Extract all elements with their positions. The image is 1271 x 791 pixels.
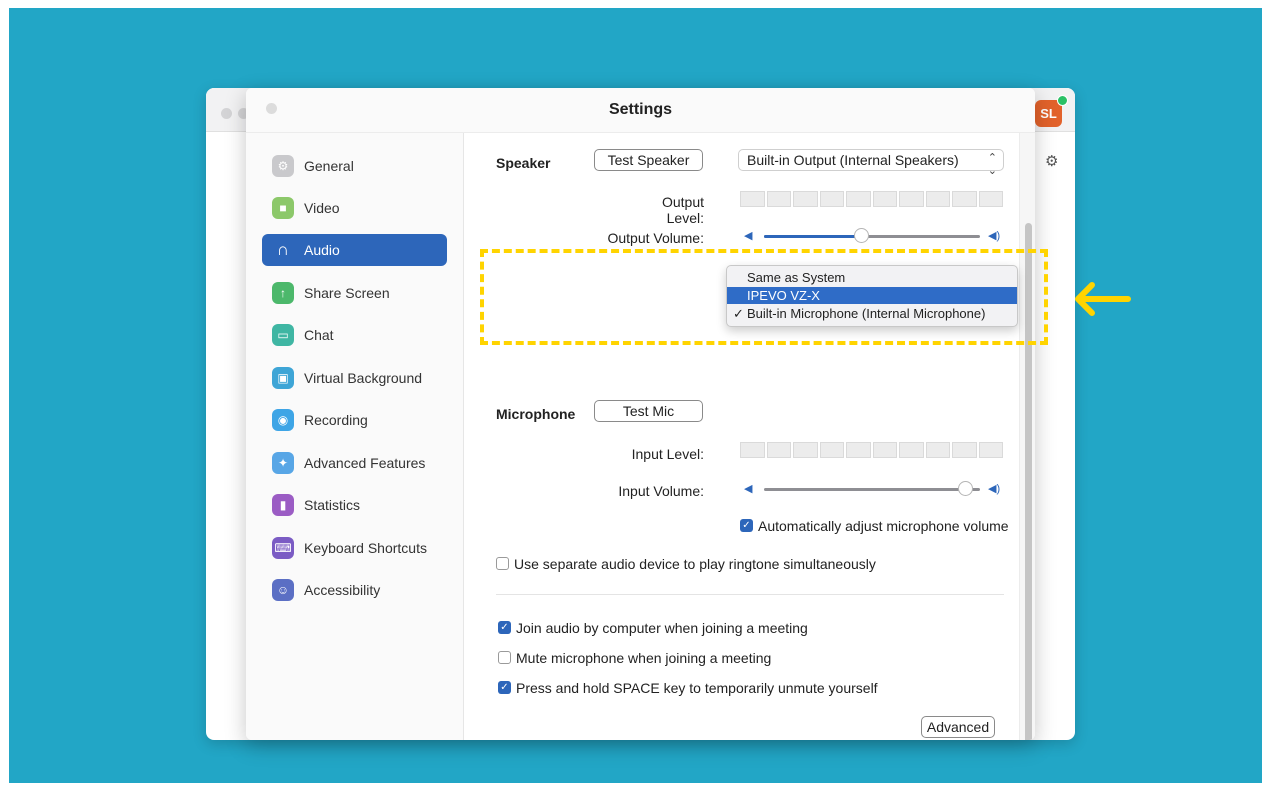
settings-sidebar: ⚙ General ■ Video ∩ Audio ↑ Share Screen… [246, 133, 464, 740]
microphone-label: Microphone [496, 406, 576, 422]
window-close-button[interactable] [266, 103, 277, 114]
sidebar-item-advanced-features[interactable]: ✦ Advanced Features [262, 447, 447, 479]
sidebar-item-label: Keyboard Shortcuts [304, 540, 427, 556]
separate-ringtone-label: Use separate audio device to play ringto… [514, 556, 876, 572]
accessibility-icon: ☺ [272, 579, 294, 601]
keyboard-icon: ⌨ [272, 537, 294, 559]
section-divider [496, 594, 1004, 595]
input-volume-slider[interactable] [764, 481, 980, 496]
auto-adjust-checkbox[interactable]: ✓ [740, 519, 753, 532]
sidebar-item-label: Statistics [304, 497, 361, 513]
sidebar-item-label: General [304, 158, 354, 174]
auto-adjust-label: Automatically adjust microphone volume [758, 518, 1009, 534]
virtual-background-icon: ▣ [272, 367, 294, 389]
speaker-device-value: Built-in Output (Internal Speakers) [747, 152, 959, 168]
speaker-high-icon: ◀) [988, 230, 1001, 242]
output-volume-fill [764, 235, 861, 238]
sidebar-item-label: Virtual Background [304, 370, 423, 386]
sidebar-item-statistics[interactable]: ▮ Statistics [262, 489, 447, 521]
headphones-icon: ∩ [276, 240, 290, 259]
audio-settings-panel: Speaker Test Speaker Built-in Output (In… [464, 133, 1019, 740]
mic-volume-low-icon: ◀ [744, 483, 753, 495]
statistics-icon: ▮ [272, 494, 294, 516]
separate-ringtone-checkbox[interactable] [496, 557, 509, 570]
sidebar-item-label: Video [304, 200, 340, 216]
sidebar-item-label: Share Screen [304, 285, 390, 301]
output-level-label: Output Level: [661, 194, 704, 226]
share-screen-icon: ↑ [272, 282, 294, 304]
speaker-low-icon: ◀ [744, 230, 753, 242]
join-audio-checkbox[interactable]: ✓ [498, 621, 511, 634]
input-volume-label: Input Volume: [618, 483, 704, 499]
input-level-meter [740, 442, 1003, 458]
speaker-device-select[interactable]: Built-in Output (Internal Speakers) ⌃ ⌄ [738, 149, 1004, 177]
sidebar-item-accessibility[interactable]: ☺ Accessibility [262, 574, 447, 606]
test-speaker-button[interactable]: Test Speaker [594, 149, 703, 171]
online-status-dot [1057, 95, 1068, 106]
output-volume-knob[interactable] [854, 228, 869, 243]
sidebar-item-video[interactable]: ■ Video [262, 192, 447, 224]
window-close-dot[interactable] [221, 108, 232, 119]
sidebar-item-label: Advanced Features [304, 455, 426, 471]
arrow-left-icon [1075, 282, 1131, 316]
speaker-label: Speaker [496, 155, 551, 171]
mic-volume-high-icon: ◀) [988, 483, 1001, 495]
space-unmute-checkbox[interactable]: ✓ [498, 681, 511, 694]
settings-gear-icon[interactable]: ⚙ [1045, 152, 1058, 170]
window-title: Settings [246, 88, 1035, 133]
sidebar-item-audio[interactable]: ∩ Audio [262, 234, 447, 266]
sidebar-item-chat[interactable]: ▭ Chat [262, 319, 447, 351]
settings-window: Settings ⚙ General ■ Video ∩ Audio ↑ Sha… [246, 88, 1035, 740]
highlight-dashed-box [480, 249, 1048, 345]
test-mic-button[interactable]: Test Mic [594, 400, 703, 422]
input-level-label: Input Level: [631, 446, 704, 462]
output-level-meter [740, 191, 1003, 207]
updown-chevron-icon: ⌃ ⌄ [987, 152, 997, 177]
recording-icon: ◉ [272, 409, 294, 431]
space-unmute-label: Press and hold SPACE key to temporarily … [516, 680, 878, 696]
sidebar-item-virtual-background[interactable]: ▣ Virtual Background [262, 362, 447, 394]
sidebar-item-recording[interactable]: ◉ Recording [262, 404, 447, 436]
output-volume-slider[interactable] [764, 228, 980, 243]
sidebar-item-general[interactable]: ⚙ General [262, 150, 447, 182]
sidebar-item-label: Audio [304, 242, 340, 258]
sidebar-item-label: Chat [304, 327, 334, 343]
join-audio-label: Join audio by computer when joining a me… [516, 620, 808, 636]
sidebar-item-share-screen[interactable]: ↑ Share Screen [262, 277, 447, 309]
chat-icon: ▭ [272, 324, 294, 346]
input-volume-knob[interactable] [958, 481, 973, 496]
gear-icon: ⚙ [272, 155, 294, 177]
mute-on-join-label: Mute microphone when joining a meeting [516, 650, 772, 666]
video-icon: ■ [272, 197, 294, 219]
sidebar-item-label: Accessibility [304, 582, 381, 598]
mute-on-join-checkbox[interactable] [498, 651, 511, 664]
advanced-button[interactable]: Advanced [921, 716, 995, 738]
sidebar-item-keyboard-shortcuts[interactable]: ⌨ Keyboard Shortcuts [262, 532, 447, 564]
sidebar-item-label: Recording [304, 412, 368, 428]
output-volume-label: Output Volume: [607, 230, 704, 246]
advanced-features-icon: ✦ [272, 452, 294, 474]
